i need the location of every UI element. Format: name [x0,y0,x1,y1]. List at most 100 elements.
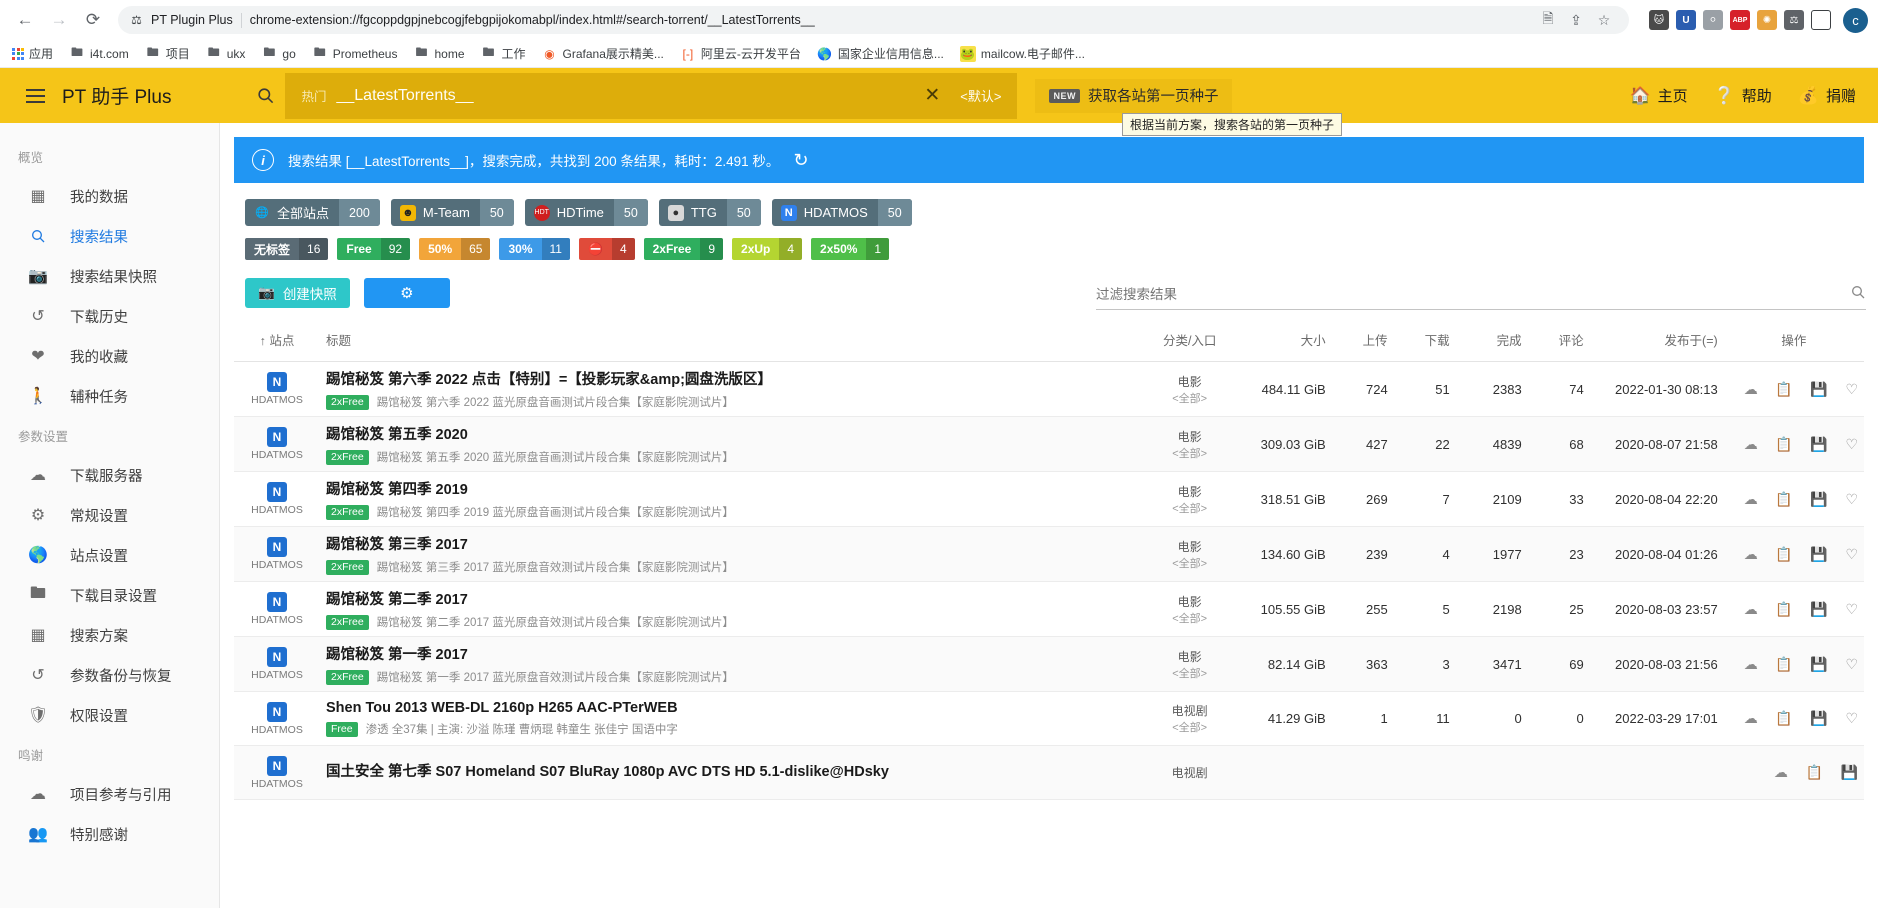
cloud-download-icon[interactable]: ☁ [1744,656,1758,673]
sidebar-item-site-settings[interactable]: 🌎 站点设置 [0,535,219,575]
bookmark-i4t[interactable]: 🖿 i4t.com [69,45,129,62]
translate-icon[interactable]: 🗎 [1535,7,1561,33]
bookmark-projects[interactable]: 🖿 项目 [145,45,190,62]
col-title[interactable]: 标题 [320,322,1144,362]
table-row[interactable]: N HDATMOS 踢馆秘笈 第五季 2020 2xFree 踢馆秘笈 第五季 … [234,416,1864,472]
github-cat-icon[interactable]: 🐱 [1649,10,1669,30]
sidebar-item-favorites[interactable]: ❤ 我的收藏 [0,336,219,376]
extensions-puzzle-icon[interactable]: ⚖ [1784,10,1804,30]
row-title[interactable]: 踢馆秘笈 第五季 2020 [326,423,1138,444]
row-title[interactable]: 踢馆秘笈 第一季 2017 [326,643,1138,664]
cloud-download-icon[interactable]: ☁ [1744,546,1758,563]
search-scheme-label[interactable]: <默认> [960,86,1001,105]
cloud-download-icon[interactable]: ☁ [1744,710,1758,727]
bookmark-grafana[interactable]: ◉ Grafana展示精美... [542,45,664,62]
clear-search-icon[interactable]: ✕ [914,84,950,107]
save-icon[interactable]: 💾 [1810,381,1827,398]
bookmark-prometheus[interactable]: 🖿 Prometheus [312,45,398,62]
sidebar-item-cross-seed[interactable]: 🚶 辅种任务 [0,376,219,416]
sidebar-item-download-server[interactable]: ☁ 下载服务器 [0,455,219,495]
tag-chip-free[interactable]: Free 92 [337,238,411,260]
site-tab-mteam[interactable]: ☻ M-Team 50 [390,199,514,226]
filter-results-input[interactable] [1096,280,1866,310]
row-title[interactable]: 国土安全 第七季 S07 Homeland S07 BluRay 1080p A… [326,760,1138,781]
sidebar-item-permissions[interactable]: 🛡 权限设置 [0,695,219,735]
row-title[interactable]: 踢馆秘笈 第四季 2019 [326,478,1138,499]
hamburger-menu-icon[interactable] [18,79,52,113]
row-title[interactable]: 踢馆秘笈 第三季 2017 [326,533,1138,554]
cloud-download-icon[interactable]: ☁ [1744,381,1758,398]
table-row[interactable]: N HDATMOS 踢馆秘笈 第六季 2022 点击【特别】=【投影玩家&amp… [234,362,1864,417]
table-row[interactable]: N HDATMOS 国土安全 第七季 S07 Homeland S07 BluR… [234,745,1864,800]
table-row[interactable]: N HDATMOS 踢馆秘笈 第一季 2017 2xFree 踢馆秘笈 第一季 … [234,636,1864,692]
heart-icon[interactable]: ♡ [1845,546,1858,563]
search-input[interactable]: 热门 __LatestTorrents__ ✕ <默认> [285,72,1018,119]
col-category[interactable]: 分类/入口 [1143,322,1236,362]
save-icon[interactable]: 💾 [1810,491,1827,508]
save-icon[interactable]: 💾 [1810,656,1827,673]
site-tab-all[interactable]: 🌐 全部站点 200 [245,199,380,226]
bookmark-ukx[interactable]: 🖿 ukx [206,45,246,62]
cloud-download-icon[interactable]: ☁ [1744,436,1758,453]
fetch-first-page-button[interactable]: NEW 获取各站第一页种子 [1035,78,1233,113]
header-donate-button[interactable]: 💰 捐赠 [1798,85,1856,106]
tag-chip-notag[interactable]: 无标签 16 [245,238,329,260]
save-icon[interactable]: 💾 [1810,546,1827,563]
cloud-download-icon[interactable]: ☁ [1774,764,1788,781]
sidepanel-icon[interactable] [1811,10,1831,30]
tag-chip-50percent[interactable]: 50% 65 [419,238,491,260]
table-settings-button[interactable]: ⚙ [363,278,450,308]
header-help-button[interactable]: ❔ 帮助 [1714,85,1772,106]
tag-chip-upload-cap[interactable]: ⛔ 4 [578,238,635,260]
bookmark-apps[interactable]: 应用 [12,45,53,62]
cloud-download-icon[interactable]: ☁ [1744,491,1758,508]
copy-icon[interactable]: 📋 [1775,436,1792,453]
table-row[interactable]: N HDATMOS 踢馆秘笈 第二季 2017 2xFree 踢馆秘笈 第二季 … [234,582,1864,637]
bookmark-work[interactable]: 🖿 工作 [481,45,525,62]
sidebar-item-references[interactable]: ☁ 项目参考与引用 [0,774,219,814]
col-published[interactable]: 发布于(=) [1589,322,1724,362]
col-upload[interactable]: 上传 [1331,322,1394,362]
row-title[interactable]: Shen Tou 2013 WEB-DL 2160p H265 AAC-PTer… [326,700,1138,716]
sidebar-item-search-results[interactable]: 搜索结果 [0,216,219,256]
sidebar-item-download-paths[interactable]: 🖿 下载目录设置 [0,575,219,615]
site-tab-hdatmos[interactable]: N HDATMOS 50 [771,199,912,226]
address-bar[interactable]: ⚖ PT Plugin Plus chrome-extension://fgco… [118,6,1629,34]
sidebar-item-search-schemes[interactable]: ▦ 搜索方案 [0,615,219,655]
table-row[interactable]: N HDATMOS Shen Tou 2013 WEB-DL 2160p H26… [234,692,1864,746]
tag-chip-30percent[interactable]: 30% 11 [499,238,570,260]
sidebar-item-my-data[interactable]: ▦ 我的数据 [0,176,219,216]
tag-chip-2xup[interactable]: 2xUp 4 [732,238,803,260]
site-tab-hdtime[interactable]: HDT HDTime 50 [524,199,648,226]
colorful-dots-icon[interactable]: ✺ [1757,10,1777,30]
heart-icon[interactable]: ♡ [1845,656,1858,673]
save-icon[interactable]: 💾 [1810,436,1827,453]
bookmark-go[interactable]: 🖿 go [261,45,295,62]
sidebar-item-special-thanks[interactable]: 👥 特别感谢 [0,814,219,854]
bookmark-credit-info[interactable]: 🌎 国家企业信用信息... [817,45,944,62]
sidebar-item-general-settings[interactable]: ⚙ 常规设置 [0,495,219,535]
site-tab-ttg[interactable]: ● TTG 50 [658,199,761,226]
table-row[interactable]: N HDATMOS 踢馆秘笈 第四季 2019 2xFree 踢馆秘笈 第四季 … [234,472,1864,527]
sidebar-item-download-history[interactable]: ↺ 下载历史 [0,296,219,336]
tag-chip-2xfree[interactable]: 2xFree 9 [643,238,724,260]
table-row[interactable]: N HDATMOS 踢馆秘笈 第三季 2017 2xFree 踢馆秘笈 第三季 … [234,526,1864,582]
forward-button[interactable]: → [44,5,74,35]
save-icon[interactable]: 💾 [1810,710,1827,727]
header-home-button[interactable]: 🏠 主页 [1629,85,1687,106]
col-complete[interactable]: 完成 [1455,322,1528,362]
sidebar-item-backup-restore[interactable]: ↺ 参数备份与恢复 [0,655,219,695]
shield-blue-icon[interactable]: U [1676,10,1696,30]
save-icon[interactable]: 💾 [1810,601,1827,618]
col-comments[interactable]: 评论 [1527,322,1590,362]
create-snapshot-button[interactable]: 📷 创建快照 [245,278,350,308]
save-icon[interactable]: 💾 [1841,764,1858,781]
search-icon[interactable] [1850,284,1866,305]
sidebar-item-snapshot[interactable]: 📷 搜索结果快照 [0,256,219,296]
col-site[interactable]: ↑ 站点 [234,322,320,362]
heart-icon[interactable]: ♡ [1845,601,1858,618]
refresh-icon[interactable]: ↻ [793,150,808,171]
tag-chip-2x50percent[interactable]: 2x50% 1 [811,238,890,260]
copy-icon[interactable]: 📋 [1806,764,1823,781]
pocket-icon[interactable]: ⚪ [1703,10,1723,30]
